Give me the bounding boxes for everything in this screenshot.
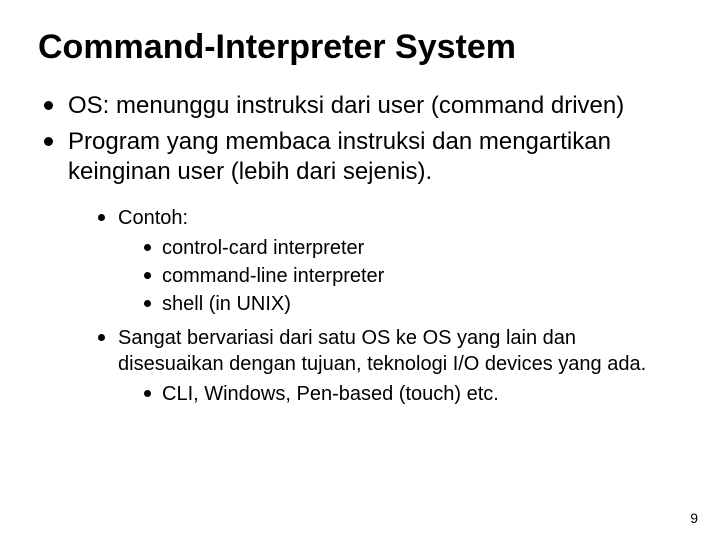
list-item: Contoh: control-card interpreter command… — [92, 205, 682, 317]
list-item-text: Sangat bervariasi dari satu OS ke OS yan… — [118, 327, 646, 375]
list-item: Sangat bervariasi dari satu OS ke OS yan… — [92, 325, 682, 407]
list-item: CLI, Windows, Pen-based (touch) etc. — [140, 381, 682, 407]
bullet-list-level-4: CLI, Windows, Pen-based (touch) etc. — [118, 381, 682, 407]
list-item-text: Program yang membaca instruksi dan menga… — [68, 128, 611, 185]
list-item: control-card interpreter — [140, 235, 682, 261]
list-item: shell (in UNIX) — [140, 291, 682, 317]
bullet-list-level-3: control-card interpreter command-line in… — [118, 235, 682, 317]
list-item: OS: menunggu instruksi dari user (comman… — [38, 91, 682, 121]
bullet-list-level-1: OS: menunggu instruksi dari user (comman… — [38, 91, 682, 407]
list-item-text: Contoh: — [118, 207, 188, 229]
slide-title: Command-Interpreter System — [38, 28, 682, 67]
list-item: command-line interpreter — [140, 263, 682, 289]
slide: Command-Interpreter System OS: menunggu … — [0, 0, 720, 540]
page-number: 9 — [690, 510, 698, 526]
bullet-list-level-2: Contoh: control-card interpreter command… — [68, 205, 682, 407]
list-item: Program yang membaca instruksi dan menga… — [38, 127, 682, 407]
